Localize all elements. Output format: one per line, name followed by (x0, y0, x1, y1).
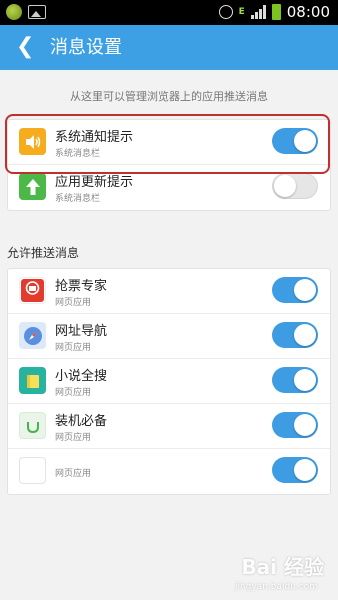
network-type-icon: E (238, 6, 245, 17)
hint-text: 从这里可以管理浏览器上的应用推送消息 (70, 90, 268, 103)
page-title: 消息设置 (50, 37, 122, 58)
setting-subtitle: 系统消息栏 (55, 149, 101, 159)
setting-subtitle: 系统消息栏 (55, 194, 101, 204)
watermark: Bai 经验 (241, 555, 324, 579)
push-apps-card: 抢票专家 网页应用 网址导航 网页应用 小说全搜 网页应用 装机必备 网页应用 … (7, 268, 331, 495)
essentials-app-icon (19, 412, 46, 439)
app-subtitle: 网页应用 (55, 469, 92, 479)
toggle-knob (294, 279, 316, 301)
upload-arrow-icon (19, 173, 46, 200)
setting-row-app-update: 应用更新提示 系统消息栏 (8, 165, 330, 210)
app-update-toggle[interactable] (272, 173, 318, 199)
back-arrow-icon[interactable]: ❮ (16, 35, 34, 59)
app-subtitle: 网页应用 (55, 298, 92, 308)
app-title: 网址导航 (55, 324, 108, 339)
setting-row-system-notification: 系统通知提示 系统消息栏 (8, 120, 330, 165)
compass-icon (19, 322, 46, 349)
train-ticket-app-icon (19, 277, 46, 304)
toggle-knob (294, 369, 316, 391)
toggle-knob (294, 414, 316, 436)
push-row-novel: 小说全搜 网页应用 (8, 359, 330, 404)
section-label: 允许推送消息 (7, 246, 80, 260)
push-row-essentials: 装机必备 网页应用 (8, 404, 330, 449)
toggle-knob (294, 130, 316, 152)
app-subtitle: 网页应用 (55, 433, 92, 443)
speaker-icon (19, 128, 46, 155)
status-bar: E 08:00 (0, 0, 338, 25)
novel-push-toggle[interactable] (272, 367, 318, 393)
battery-icon (271, 4, 281, 20)
navigation-push-toggle[interactable] (272, 322, 318, 348)
app-subtitle: 网页应用 (55, 388, 92, 398)
essentials-push-toggle[interactable] (272, 412, 318, 438)
ticket-push-toggle[interactable] (272, 277, 318, 303)
status-time: 08:00 (286, 3, 330, 21)
push-row-navigation: 网址导航 网页应用 (8, 314, 330, 359)
toggle-knob (294, 459, 316, 481)
app-title: 装机必备 (55, 414, 108, 429)
app-title: 抢票专家 (55, 279, 108, 294)
setting-title: 系统通知提示 (55, 130, 134, 145)
blank-app-icon (19, 457, 46, 484)
setting-title: 应用更新提示 (55, 175, 134, 190)
system-settings-card: 系统通知提示 系统消息栏 应用更新提示 系统消息栏 (7, 119, 331, 211)
signal-icon (250, 5, 266, 19)
app-notification-icon (6, 4, 22, 20)
app-subtitle: 网页应用 (55, 343, 92, 353)
push-row-ticket: 抢票专家 网页应用 (8, 269, 330, 314)
alarm-icon (218, 5, 233, 19)
push-row-unnamed: 网页应用 (8, 449, 330, 494)
unnamed-push-toggle[interactable] (272, 457, 318, 483)
app-title: 小说全搜 (55, 369, 108, 384)
book-icon (19, 367, 46, 394)
app-header: ❮ 消息设置 (0, 25, 338, 70)
system-notification-toggle[interactable] (272, 128, 318, 154)
toggle-knob (274, 175, 296, 197)
toggle-knob (294, 324, 316, 346)
watermark-url: jingyan.baidu.com (234, 582, 318, 592)
image-notification-icon (28, 5, 46, 19)
